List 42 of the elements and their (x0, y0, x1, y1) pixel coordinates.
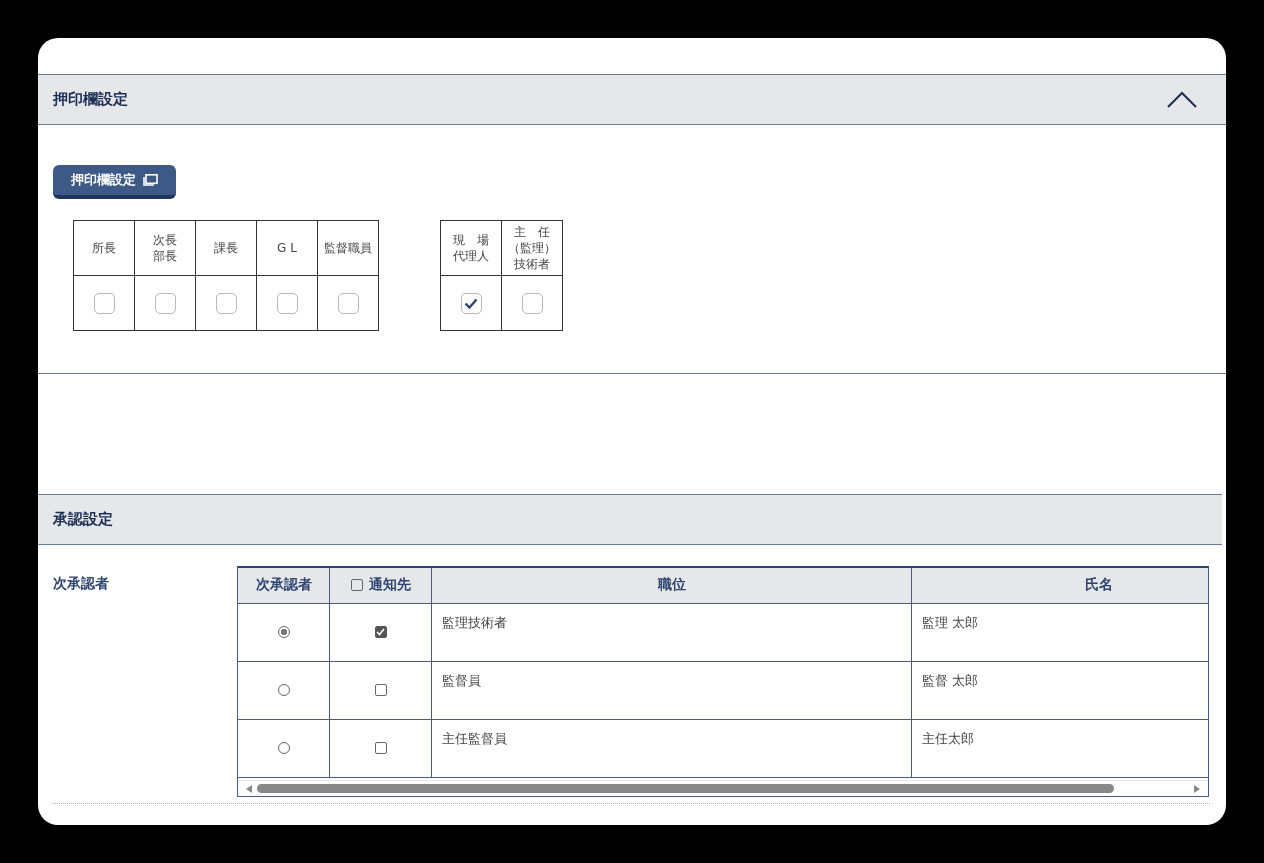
table-cell: 監督 太郎 (911, 661, 1208, 719)
checkbox[interactable] (374, 684, 387, 696)
checkbox[interactable] (460, 292, 482, 314)
column-header: 次承認者 (238, 568, 330, 603)
checkmark-icon (464, 297, 478, 309)
column-header: 現 場 代理人 (440, 220, 502, 276)
field-label: 次承認者 (53, 575, 110, 593)
table-cell: 監理技術者 (431, 603, 912, 661)
scrollbar-thumb[interactable] (257, 784, 1114, 793)
chevron-up-icon (1166, 90, 1198, 109)
column-header: 氏名 (911, 568, 1208, 603)
checkbox[interactable] (276, 292, 298, 314)
column-header: 主 任 （監理） 技術者 (501, 220, 563, 276)
table-cell: 主任監督員 (431, 719, 912, 777)
seal-settings-button[interactable]: 押印欄設定 (53, 165, 176, 199)
column-header: 監督職員 (317, 220, 379, 276)
column-header: G L (256, 220, 318, 276)
section-header[interactable]: 押印欄設定 (38, 74, 1226, 125)
checkbox[interactable] (154, 292, 176, 314)
scrollbar[interactable] (238, 780, 1208, 796)
table-cell: 主任太郎 (911, 719, 1208, 777)
checkbox[interactable] (350, 579, 363, 592)
checkbox[interactable] (521, 292, 543, 314)
column-header: 通知先 (368, 576, 411, 593)
section-title: 押印欄設定 (53, 90, 128, 109)
radio-button[interactable] (277, 626, 290, 638)
checkmark-icon (376, 628, 385, 636)
column-header: 職位 (431, 568, 912, 603)
table-cell: 監理 太郎 (911, 603, 1208, 661)
checkbox[interactable] (93, 292, 115, 314)
checkbox[interactable] (374, 626, 387, 638)
column-header: 所長 (73, 220, 135, 276)
column-header: 次長 部長 (134, 220, 196, 276)
section-title: 承認設定 (53, 510, 113, 529)
checkbox[interactable] (374, 742, 387, 754)
column-header: 課長 (195, 220, 257, 276)
table-cell: 監督員 (431, 661, 912, 719)
scroll-right-icon (1194, 784, 1200, 793)
window-icon (143, 174, 158, 186)
checkbox[interactable] (337, 292, 359, 314)
checkbox[interactable] (215, 292, 237, 314)
scroll-left-icon (246, 784, 252, 793)
